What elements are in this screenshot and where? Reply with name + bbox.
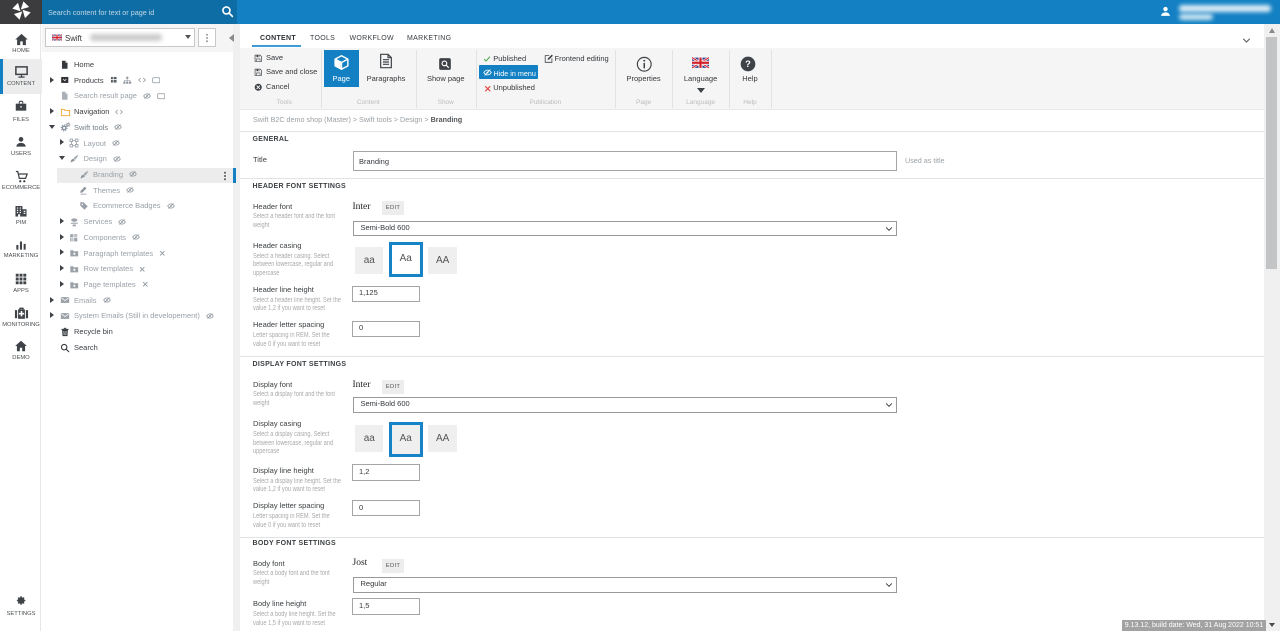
svg-text:?: ?: [745, 59, 751, 69]
